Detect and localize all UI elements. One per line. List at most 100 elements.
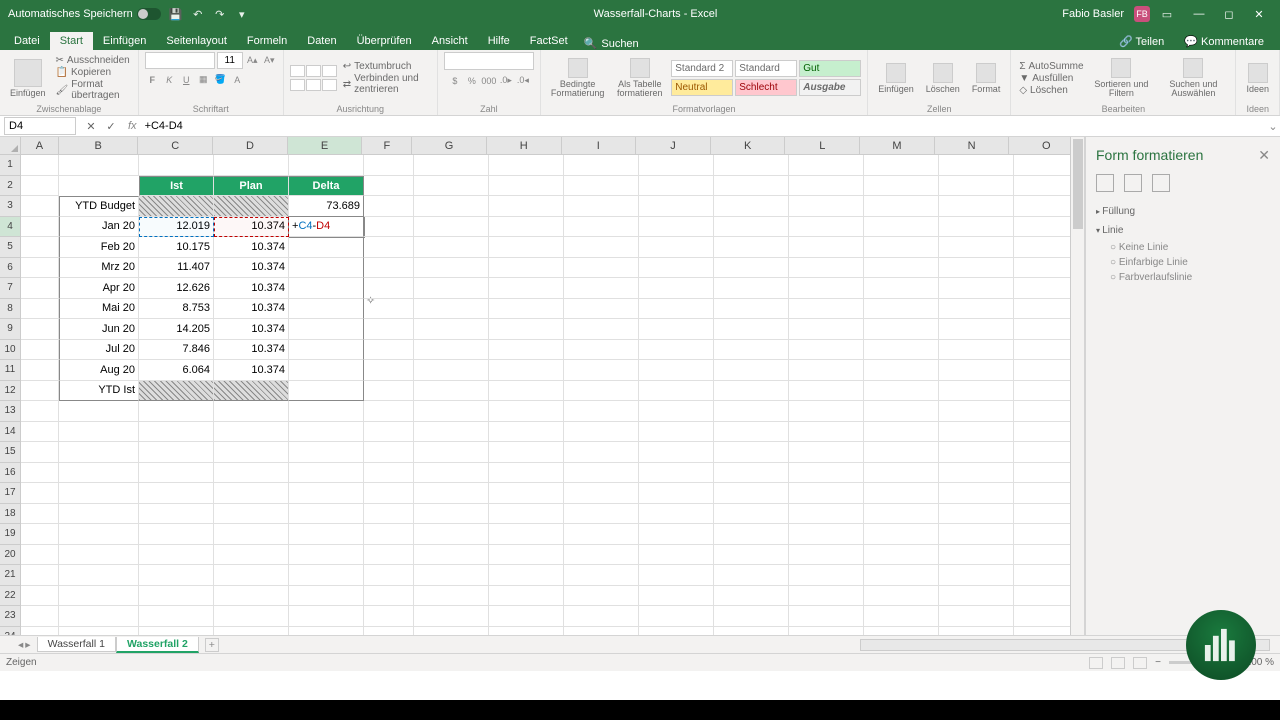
- cell-N7[interactable]: [939, 278, 1014, 299]
- cell-plan-5[interactable]: 10.374: [214, 237, 289, 258]
- row-label-4[interactable]: Jan 20: [59, 217, 139, 238]
- cell-J24[interactable]: [639, 627, 714, 636]
- cell-J6[interactable]: [639, 258, 714, 279]
- cell-G22[interactable]: [414, 586, 489, 607]
- cell-M8[interactable]: [864, 299, 939, 320]
- cell-K14[interactable]: [714, 422, 789, 443]
- underline-button[interactable]: U: [179, 72, 194, 87]
- cell-H22[interactable]: [489, 586, 564, 607]
- cell-D13[interactable]: [214, 401, 289, 422]
- cell-D16[interactable]: [214, 463, 289, 484]
- cell-N13[interactable]: [939, 401, 1014, 422]
- cell-L2[interactable]: [789, 176, 864, 197]
- cell-H24[interactable]: [489, 627, 564, 636]
- col-header-A[interactable]: A: [21, 137, 59, 154]
- cell-plan-12[interactable]: [214, 381, 289, 402]
- cell-plan-4[interactable]: 10.374: [214, 217, 289, 238]
- col-header-K[interactable]: K: [711, 137, 786, 154]
- cell-M22[interactable]: [864, 586, 939, 607]
- cell-I16[interactable]: [564, 463, 639, 484]
- row-label-6[interactable]: Mrz 20: [59, 258, 139, 279]
- cell-A6[interactable]: [21, 258, 59, 279]
- cell-B22[interactable]: [59, 586, 139, 607]
- cell-delta-6[interactable]: [289, 258, 364, 279]
- cell-M13[interactable]: [864, 401, 939, 422]
- cell-M18[interactable]: [864, 504, 939, 525]
- tab-factset[interactable]: FactSet: [520, 32, 578, 50]
- increase-font-icon[interactable]: A▴: [245, 53, 260, 68]
- cell-K17[interactable]: [714, 483, 789, 504]
- cell-J8[interactable]: [639, 299, 714, 320]
- cell-D21[interactable]: [214, 565, 289, 586]
- cell-F4[interactable]: [364, 217, 414, 238]
- cell-N2[interactable]: [939, 176, 1014, 197]
- row-header-10[interactable]: 10: [0, 340, 20, 361]
- cell-delta-11[interactable]: [289, 360, 364, 381]
- sheet-nav-next[interactable]: ▸: [25, 639, 30, 651]
- tab-start[interactable]: Start: [50, 32, 93, 50]
- cell-B19[interactable]: [59, 524, 139, 545]
- cell-I2[interactable]: [564, 176, 639, 197]
- cell-G15[interactable]: [414, 442, 489, 463]
- row-header-11[interactable]: 11: [0, 360, 20, 381]
- cell-H4[interactable]: [489, 217, 564, 238]
- cell-B18[interactable]: [59, 504, 139, 525]
- cell-E20[interactable]: [289, 545, 364, 566]
- cell-K22[interactable]: [714, 586, 789, 607]
- cell-A17[interactable]: [21, 483, 59, 504]
- cell-C16[interactable]: [139, 463, 214, 484]
- cell-F7[interactable]: [364, 278, 414, 299]
- cell-N19[interactable]: [939, 524, 1014, 545]
- format-painter-button[interactable]: 🖌 Format übertragen: [54, 79, 132, 101]
- cell-G3[interactable]: [414, 196, 489, 217]
- normal-view-button[interactable]: [1089, 657, 1103, 669]
- save-icon[interactable]: 💾: [169, 7, 183, 21]
- column-headers[interactable]: ABCDEFGHIJKLMNO: [21, 137, 1084, 155]
- cell-A10[interactable]: [21, 340, 59, 361]
- row-label-10[interactable]: Jul 20: [59, 340, 139, 361]
- minimize-button[interactable]: —: [1184, 4, 1214, 24]
- vertical-scrollbar[interactable]: [1070, 137, 1084, 635]
- cell-M17[interactable]: [864, 483, 939, 504]
- cell-B15[interactable]: [59, 442, 139, 463]
- cell-C22[interactable]: [139, 586, 214, 607]
- cell-H23[interactable]: [489, 606, 564, 627]
- cell-D18[interactable]: [214, 504, 289, 525]
- cell-M21[interactable]: [864, 565, 939, 586]
- cell-I14[interactable]: [564, 422, 639, 443]
- cell-I23[interactable]: [564, 606, 639, 627]
- formula-input[interactable]: +C4-D4: [137, 120, 1266, 132]
- cell-F10[interactable]: [364, 340, 414, 361]
- cell-M10[interactable]: [864, 340, 939, 361]
- cell-G1[interactable]: [414, 155, 489, 176]
- row-header-14[interactable]: 14: [0, 422, 20, 443]
- cell-A23[interactable]: [21, 606, 59, 627]
- cell-F19[interactable]: [364, 524, 414, 545]
- cell-D17[interactable]: [214, 483, 289, 504]
- style-gut[interactable]: Gut: [799, 60, 861, 77]
- cell-H14[interactable]: [489, 422, 564, 443]
- cell-J11[interactable]: [639, 360, 714, 381]
- cell-D14[interactable]: [214, 422, 289, 443]
- sheet-nav-prev[interactable]: ◂: [18, 639, 23, 651]
- row-header-23[interactable]: 23: [0, 606, 20, 627]
- cell-E24[interactable]: [289, 627, 364, 636]
- cell-I9[interactable]: [564, 319, 639, 340]
- cell-A20[interactable]: [21, 545, 59, 566]
- cell-F2[interactable]: [364, 176, 414, 197]
- cell-K10[interactable]: [714, 340, 789, 361]
- cell-M4[interactable]: [864, 217, 939, 238]
- cell-I17[interactable]: [564, 483, 639, 504]
- cell-K15[interactable]: [714, 442, 789, 463]
- cell-F22[interactable]: [364, 586, 414, 607]
- cell-G21[interactable]: [414, 565, 489, 586]
- cell-K9[interactable]: [714, 319, 789, 340]
- cell-delta-8[interactable]: [289, 299, 364, 320]
- cell-B20[interactable]: [59, 545, 139, 566]
- cell-G8[interactable]: [414, 299, 489, 320]
- qat-customize-icon[interactable]: ▾: [235, 7, 249, 21]
- style-schlecht[interactable]: Schlecht: [735, 79, 797, 96]
- cell-I21[interactable]: [564, 565, 639, 586]
- row-label-9[interactable]: Jun 20: [59, 319, 139, 340]
- cell-delta-10[interactable]: [289, 340, 364, 361]
